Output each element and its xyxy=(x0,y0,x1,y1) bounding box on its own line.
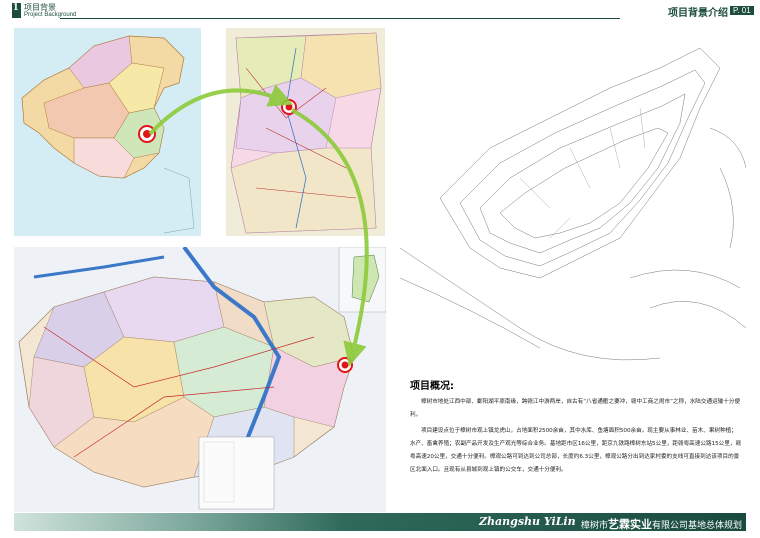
page-footer: Zhangshu YiLin 樟树市艺霖实业有限公司基地总体规划 xyxy=(14,513,746,531)
footer-city: 樟树市 xyxy=(581,521,609,531)
overview-paragraph-1: 樟树市地处江西中部、鄱阳湖平原南缘，跨赣江中游两岸，自古有“八省通衢之要冲，赣中… xyxy=(410,399,741,418)
footer-company: 有限公司基地总体规划 xyxy=(652,521,743,531)
overview-heading: 项目概况: xyxy=(410,381,454,392)
footer-english-title: Zhangshu YiLin xyxy=(479,515,576,528)
footer-chinese-title: 樟树市艺霖实业有限公司基地总体规划 xyxy=(581,516,742,532)
footer-brand: 艺霖实业 xyxy=(608,518,653,531)
project-overview: 项目概况: 樟树市地处江西中部、鄱阳湖平原南缘，跨赣江中游两岸，自古有“八省通衢… xyxy=(410,377,742,480)
overview-paragraph-2: 项目建设点位于樟树市观上镇龙虎山，占地面积2500余亩，其中水库、鱼塘面积500… xyxy=(410,428,742,473)
